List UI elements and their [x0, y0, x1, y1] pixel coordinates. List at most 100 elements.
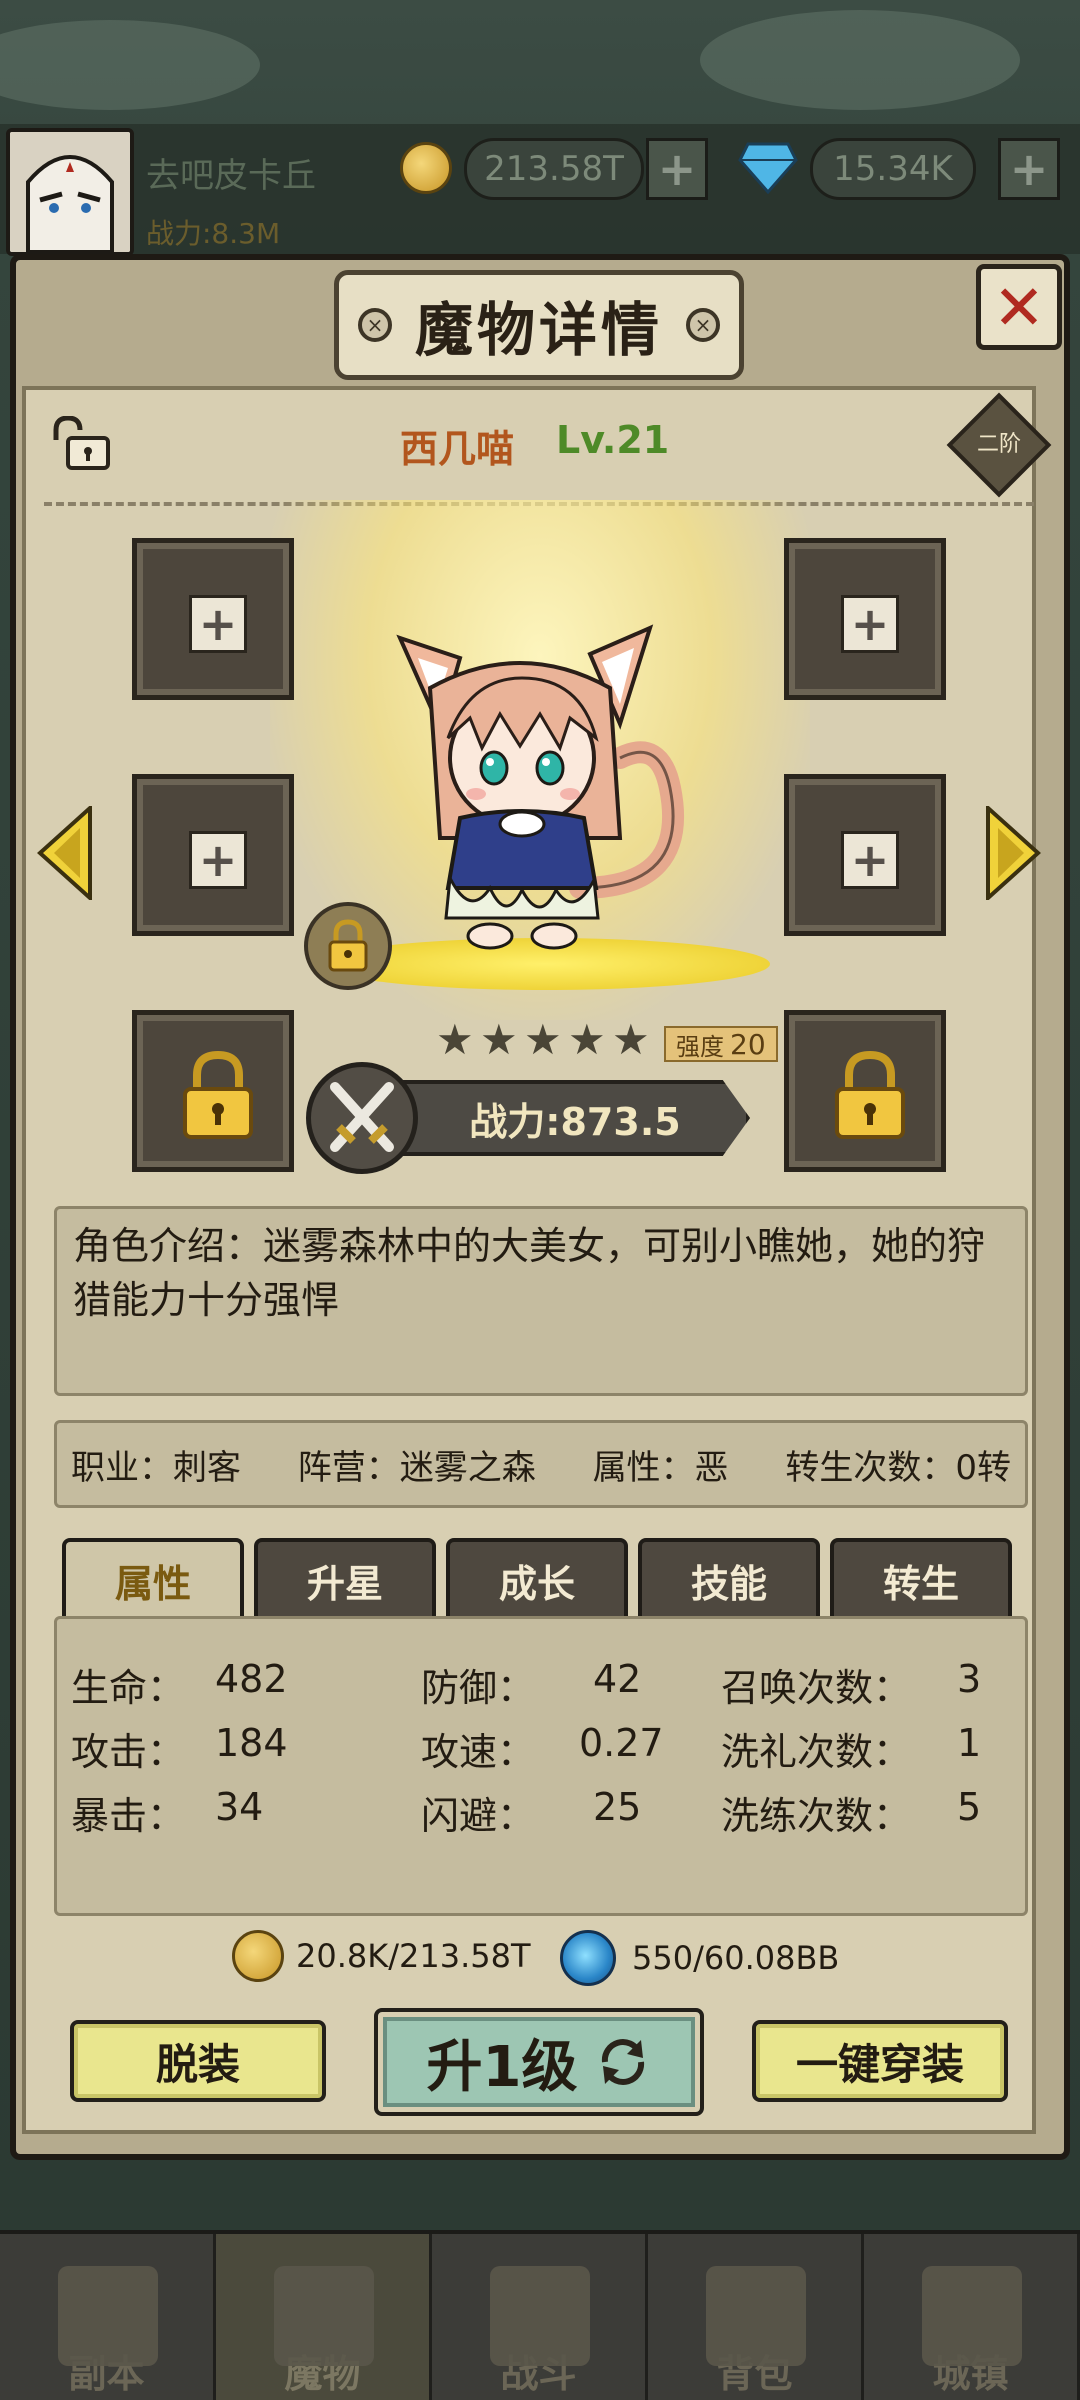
attribute-info: 属性：恶	[592, 1447, 729, 1488]
skill-lock-icon[interactable]	[304, 902, 392, 990]
attack-speed-value: 0.27	[579, 1721, 664, 1765]
monster-introduction: 角色介绍：迷雾森林中的大美女，可别小瞧她，她的狩猎能力十分强悍	[54, 1206, 1028, 1396]
diamond-icon	[738, 142, 798, 194]
defense-value: 42	[593, 1657, 642, 1701]
attack-speed-label: 攻速：	[421, 1730, 536, 1774]
player-name: 去吧皮卡丘	[146, 156, 316, 196]
strength-value: 20	[730, 1027, 766, 1061]
tab-rebirth[interactable]: 转生	[830, 1538, 1012, 1618]
star-icon: ★	[568, 1015, 606, 1064]
add-gold-button[interactable]: +	[646, 138, 708, 200]
tab-growth[interactable]: 成长	[446, 1538, 628, 1618]
equipment-slot-locked-2[interactable]	[784, 1010, 946, 1172]
next-monster-arrow-icon[interactable]	[986, 806, 1042, 900]
map-icon	[58, 2266, 158, 2366]
detail-tabs: 属性 升星 成长 技能 转生	[62, 1538, 1012, 1618]
cloud-decoration	[0, 20, 260, 110]
star-icon: ★	[480, 1015, 518, 1064]
unequip-button[interactable]: 脱装	[70, 2020, 326, 2102]
equip-all-button-label: 一键穿装	[795, 2039, 964, 2089]
star-icon: ★	[612, 1015, 650, 1064]
star-icon: ★	[524, 1015, 562, 1064]
attack-value: 184	[215, 1721, 288, 1765]
unlock-icon[interactable]	[46, 416, 112, 472]
strength-badge: 强度 20	[664, 1026, 778, 1062]
combat-power-value: 战力:873.5	[469, 1099, 681, 1144]
stats-panel: 生命： 482 攻击： 184 暴击： 34 防御： 42 攻速： 0.27 闪…	[54, 1616, 1028, 1916]
padlock-icon	[835, 1051, 905, 1139]
gold-cost: 20.8K/213.58T	[232, 1930, 531, 1982]
add-equipment-icon: +	[189, 595, 247, 653]
monster-level: Lv.21	[556, 418, 670, 462]
nav-backpack[interactable]: 背包	[648, 2234, 864, 2400]
hp-label: 生命：	[71, 1666, 186, 1710]
title-rivet-icon: ×	[358, 308, 392, 342]
helmet-icon	[274, 2266, 374, 2366]
close-button[interactable]: ✕	[976, 264, 1062, 350]
gold-cost-value: 20.8K/213.58T	[296, 1937, 531, 1975]
rebirth-info: 转生次数：0转	[785, 1447, 1011, 1488]
job-info: 职业：刺客	[71, 1447, 241, 1488]
crit-label: 暴击：	[71, 1794, 186, 1838]
dodge-value: 25	[593, 1785, 642, 1829]
equipment-slot-locked-1[interactable]	[132, 1010, 294, 1172]
monster-character-catgirl	[396, 624, 685, 950]
star-rating: ★ ★ ★ ★ ★	[436, 1015, 652, 1064]
refresh-icon	[602, 2039, 645, 2085]
refine-count-label: 洗练次数：	[721, 1794, 912, 1838]
hp-value: 482	[215, 1657, 288, 1701]
bottom-navigation: 副本 魔物 战斗 背包 城镇	[0, 2230, 1080, 2400]
gold-coin-icon	[232, 1930, 284, 1982]
avatar-face-icon	[10, 132, 130, 252]
title-rivet-icon: ×	[686, 308, 720, 342]
tab-attributes[interactable]: 属性	[62, 1538, 244, 1618]
panel-title: 魔物详情	[334, 270, 744, 380]
add-gems-button[interactable]: +	[998, 138, 1060, 200]
summon-count-label: 召唤次数：	[721, 1666, 912, 1710]
add-equipment-icon: +	[189, 831, 247, 889]
add-equipment-icon: +	[841, 595, 899, 653]
equipment-slot-2[interactable]: +	[784, 538, 946, 700]
add-equipment-icon: +	[841, 831, 899, 889]
crit-value: 34	[215, 1785, 264, 1829]
rank-badge-text: 二阶	[976, 432, 1021, 457]
tab-star-up[interactable]: 升星	[254, 1538, 436, 1618]
baptism-count-value: 1	[957, 1721, 982, 1765]
nav-battle[interactable]: 战斗	[432, 2234, 648, 2400]
strength-label: 强度	[676, 1032, 724, 1061]
combat-power-bar: 战力:873.5	[360, 1080, 750, 1156]
house-icon	[922, 2266, 1022, 2366]
blue-orb-icon	[560, 1930, 616, 1986]
upgrade-button[interactable]: 升1级	[374, 2008, 704, 2116]
player-power: 战力:8.3M	[146, 217, 281, 250]
gold-amount: 213.58T	[464, 138, 644, 200]
panel-title-text: 魔物详情	[414, 296, 663, 364]
cloud-decoration	[700, 10, 1020, 110]
gold-coin-icon	[400, 142, 452, 194]
essence-cost-value: 550/60.08BB	[632, 1939, 840, 1977]
swords-icon	[490, 2266, 590, 2366]
equip-all-button[interactable]: 一键穿装	[752, 2020, 1008, 2102]
padlock-icon	[183, 1051, 253, 1139]
dodge-label: 闪避：	[421, 1794, 536, 1838]
nav-dungeon[interactable]: 副本	[0, 2234, 216, 2400]
player-avatar[interactable]	[6, 128, 134, 256]
monster-info-row: 职业：刺客 阵营：迷雾之森 属性：恶 转生次数：0转	[54, 1420, 1028, 1508]
monster-name: 西几喵	[400, 427, 515, 471]
crossed-swords-icon	[306, 1062, 418, 1174]
equipment-slot-3[interactable]: +	[132, 774, 294, 936]
camp-info: 阵营：迷雾之森	[297, 1447, 536, 1488]
backpack-icon	[706, 2266, 806, 2366]
upgrade-button-label: 升1级	[426, 2034, 578, 2100]
previous-monster-arrow-icon[interactable]	[36, 806, 92, 900]
summon-count-value: 3	[957, 1657, 982, 1701]
nav-monsters[interactable]: 魔物	[216, 2234, 432, 2400]
attack-label: 攻击：	[71, 1730, 186, 1774]
defense-label: 防御：	[421, 1666, 536, 1710]
unequip-button-label: 脱装	[155, 2039, 240, 2089]
equipment-slot-1[interactable]: +	[132, 538, 294, 700]
nav-town[interactable]: 城镇	[864, 2234, 1080, 2400]
equipment-slot-4[interactable]: +	[784, 774, 946, 936]
tab-skills[interactable]: 技能	[638, 1538, 820, 1618]
essence-cost: 550/60.08BB	[560, 1930, 839, 1986]
